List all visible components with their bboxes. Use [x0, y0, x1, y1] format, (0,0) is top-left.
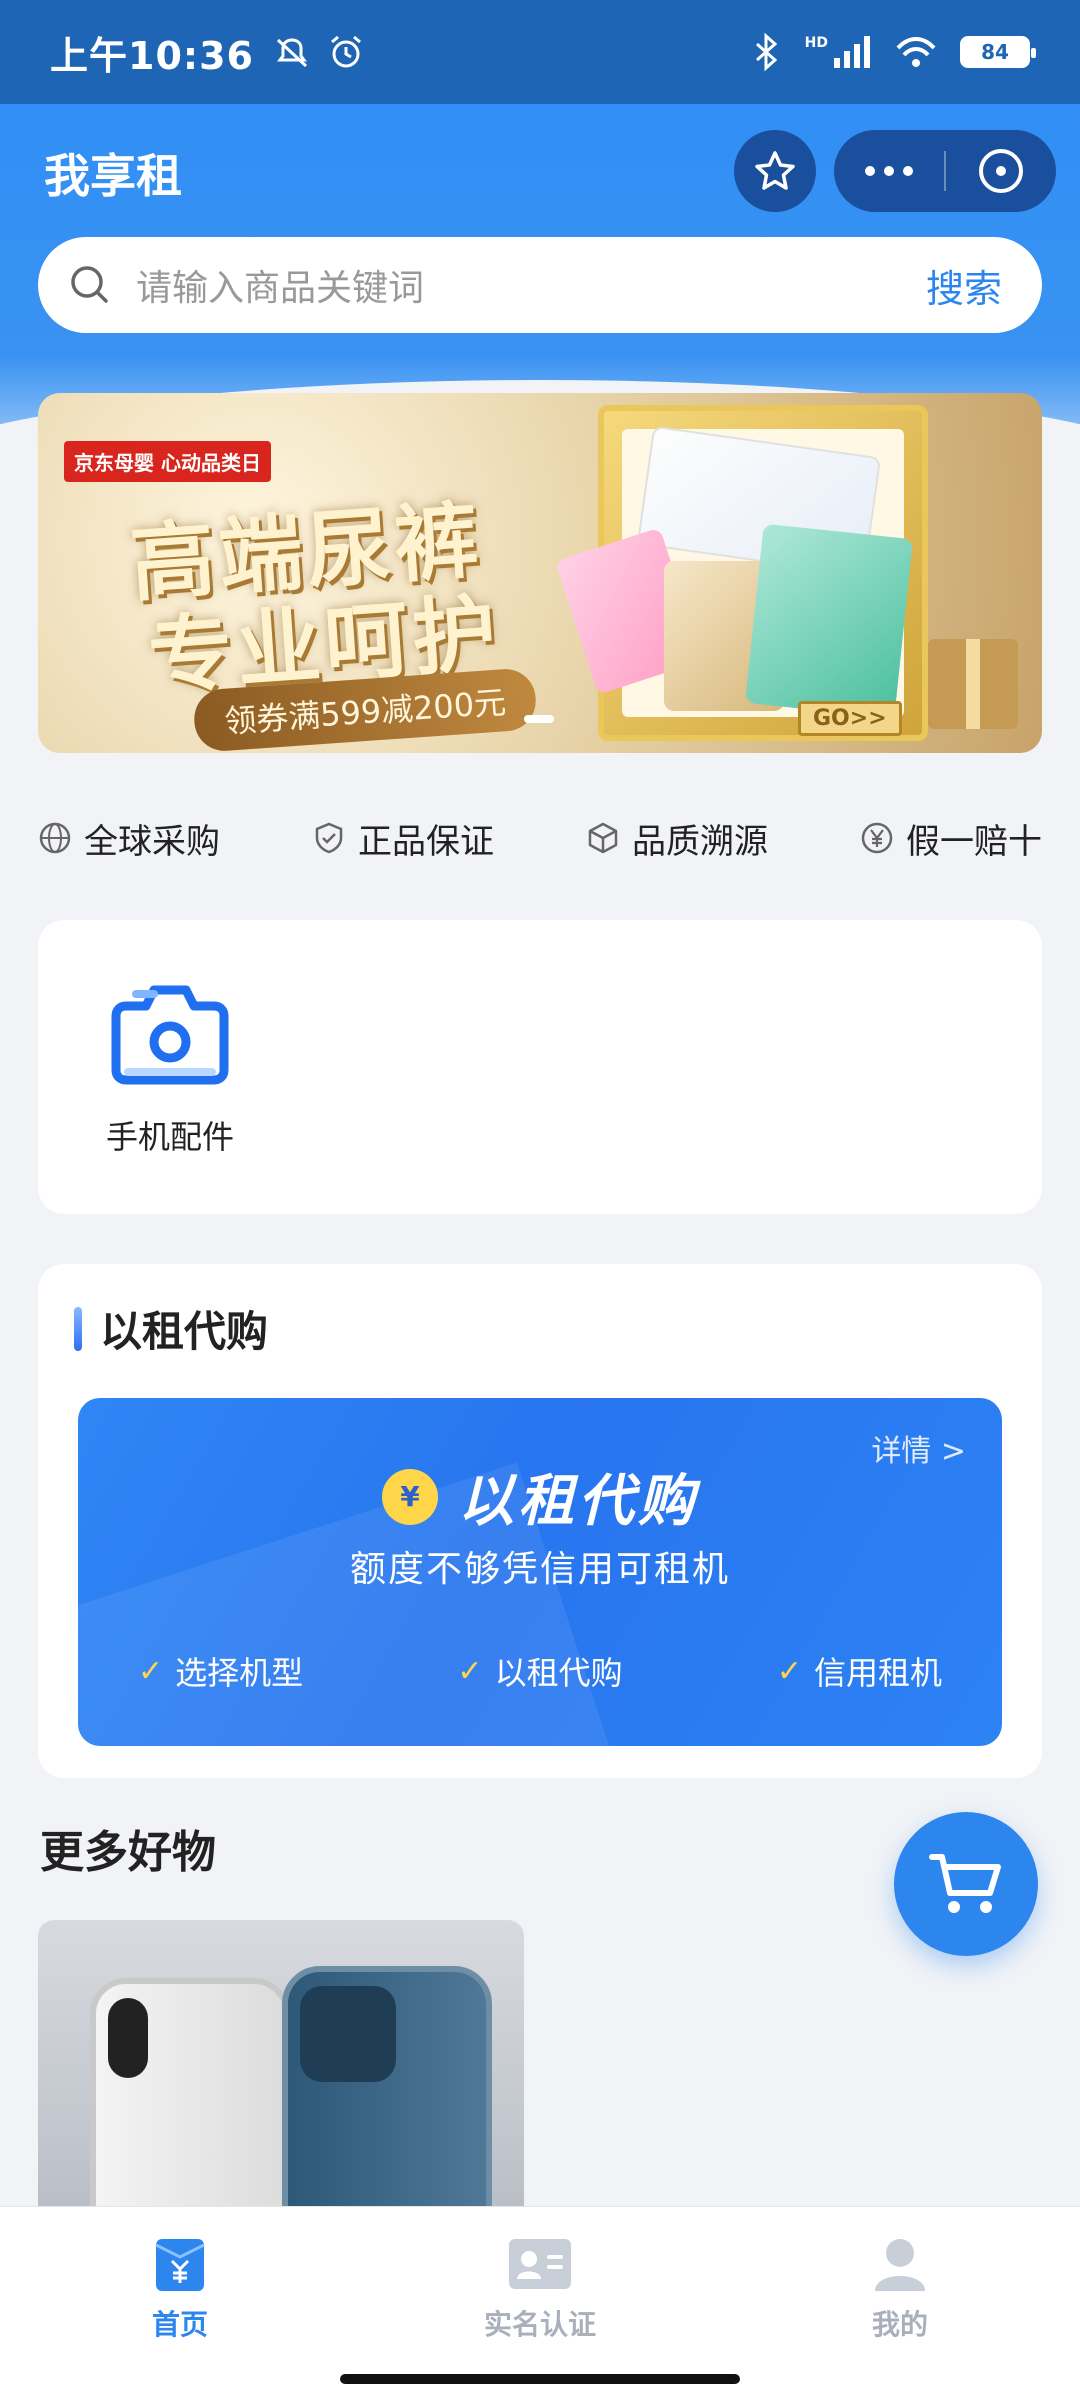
search-button[interactable]: 搜索: [926, 258, 1002, 313]
check-icon: ✓: [138, 1653, 164, 1689]
step-item: ✓ 选择机型: [138, 1653, 304, 1693]
search-icon: [71, 266, 108, 303]
assurance-item: 假一赔十: [860, 814, 1042, 863]
cart-button[interactable]: [894, 1812, 1038, 1956]
search-bar[interactable]: 请输入商品关键词 搜索: [38, 237, 1042, 333]
shopping-cart-icon: [929, 1854, 1001, 1913]
id-card-icon: [509, 2239, 571, 2289]
rent-to-buy-card: 以租代购 详情 > ¥ 以租代购 额度不够凭信用可租机 ✓ 选择机型 ✓ 以租代购 …: [38, 1264, 1042, 1778]
mute-icon: [276, 38, 307, 68]
rent-to-buy-subtitle: 额度不够凭信用可租机: [349, 1549, 730, 1590]
close-mini-program-button[interactable]: [946, 146, 1056, 196]
rent-to-buy-brand: ¥ 以租代购: [78, 1456, 1002, 1537]
rent-to-buy-steps: ✓ 选择机型 ✓ 以租代购 ✓ 信用租机: [138, 1648, 942, 1694]
category-item-phone-accessories[interactable]: 手机配件: [96, 980, 244, 1158]
assurance-row: 全球采购 正品保证 品质溯源 假一赔十: [38, 808, 1042, 868]
diaper-pack-image: [745, 523, 913, 719]
banner-go-button[interactable]: GO>>: [798, 701, 902, 736]
bottom-tab-bar: 首页 实名认证 我的: [0, 2206, 1080, 2400]
category-card: 手机配件: [38, 920, 1042, 1214]
home-yen-icon: [155, 2239, 205, 2291]
tab-home[interactable]: 首页: [0, 2207, 360, 2400]
more-goods-title: 更多好物: [40, 1827, 216, 1878]
close-circle-icon: [979, 149, 1023, 193]
wifi-icon: [896, 37, 936, 67]
search-input[interactable]: 请输入商品关键词: [136, 259, 926, 311]
cube-icon: [588, 822, 618, 854]
bluetooth-icon: [755, 32, 777, 72]
promo-banner[interactable]: 京东母婴 心动品类日 高端尿裤 专业呵护 领券满599减200元 GO>>: [38, 393, 1042, 753]
section-title: 以租代购: [74, 1298, 268, 1359]
step-item: ✓ 以租代购: [457, 1653, 623, 1693]
globe-icon: [39, 822, 71, 854]
rent-to-buy-banner[interactable]: 详情 > ¥ 以租代购 额度不够凭信用可租机 ✓ 选择机型 ✓ 以租代购 ✓ 信用租机: [78, 1398, 1002, 1746]
yen-coin-icon: [861, 822, 893, 854]
star-icon: [755, 151, 795, 190]
more-menu-button[interactable]: [834, 166, 944, 176]
home-indicator: [340, 2374, 740, 2384]
check-icon: ✓: [776, 1653, 802, 1689]
signal-icon: [834, 36, 870, 68]
network-label: HD: [804, 35, 828, 51]
banner-tag: 京东母婴 心动品类日: [64, 441, 271, 482]
mini-program-capsule: [834, 130, 1056, 212]
camera-icon: [111, 985, 229, 1085]
battery-icon: 84: [960, 36, 1036, 68]
app-title: 我享租: [44, 149, 182, 203]
app-bar: 我享租: [0, 104, 1080, 234]
assurance-item: 正品保证: [312, 814, 494, 863]
money-bag-icon: ¥: [382, 1468, 438, 1525]
favorite-button[interactable]: [734, 130, 816, 212]
tab-mine[interactable]: 我的: [720, 2207, 1080, 2400]
status-time: 上午10:36: [50, 33, 254, 78]
product-card[interactable]: [38, 1920, 524, 2220]
shield-check-icon: [315, 822, 343, 854]
status-bar: 上午10:36 HD 84: [0, 0, 1080, 104]
iphone-image: [90, 1978, 290, 2220]
step-item: ✓ 信用租机: [776, 1653, 942, 1693]
tab-real-name-auth[interactable]: 实名认证: [360, 2207, 720, 2400]
carousel-indicator: [524, 715, 554, 723]
user-icon: [875, 2239, 925, 2291]
alarm-icon: [331, 35, 361, 68]
banner-product-frame: [555, 405, 928, 741]
gift-box-image: [928, 639, 1018, 729]
assurance-item: 全球采购: [38, 814, 220, 863]
iphone-image: [282, 1966, 492, 2220]
check-icon: ✓: [457, 1653, 483, 1689]
assurance-item: 品质溯源: [586, 814, 768, 863]
